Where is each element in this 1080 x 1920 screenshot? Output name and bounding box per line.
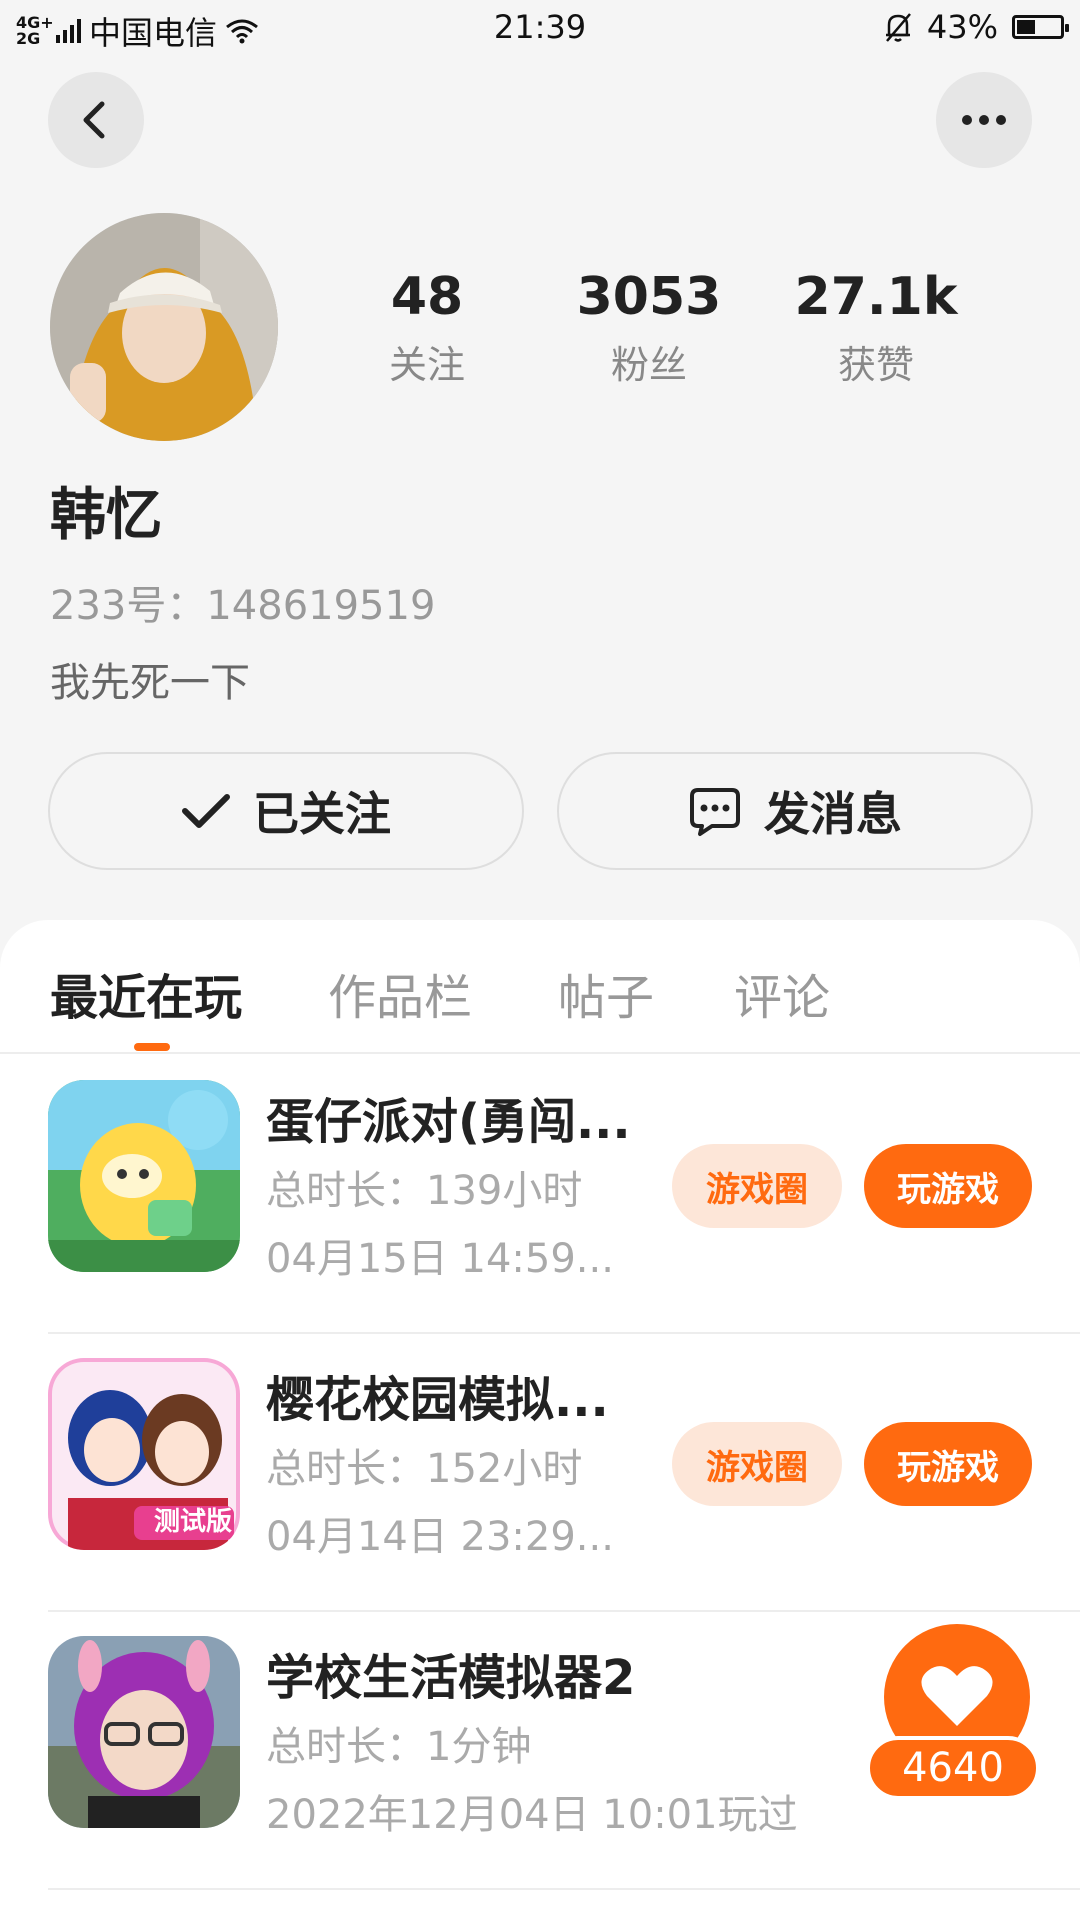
game-duration: 总时长：152小时 bbox=[266, 1446, 583, 1492]
battery-icon bbox=[1012, 15, 1069, 39]
game-title: 蛋仔派对(勇闯... bbox=[266, 1094, 631, 1150]
status-bar: 4G+ 2G 中国电信 21:39 43% bbox=[0, 0, 1080, 56]
stat-followers-value: 3053 bbox=[576, 267, 722, 327]
more-dots-icon bbox=[962, 115, 1006, 125]
game-duration: 总时长：1分钟 bbox=[266, 1724, 532, 1770]
mute-bell-icon bbox=[885, 13, 911, 42]
send-message-button[interactable]: 发消息 bbox=[557, 752, 1033, 870]
tab-comments[interactable]: 评论 bbox=[734, 958, 830, 1028]
game-icon-eggy-party[interactable] bbox=[48, 1080, 240, 1272]
game-circle-button[interactable]: 游戏圈 bbox=[672, 1144, 842, 1228]
heart-icon bbox=[921, 1666, 993, 1726]
followed-button[interactable]: 已关注 bbox=[48, 752, 524, 870]
stat-likes-label: 获赞 bbox=[837, 343, 914, 387]
stat-likes-value: 27.1k bbox=[794, 267, 958, 327]
user-id: 233号：148619519 bbox=[50, 583, 436, 629]
game-icon-sakura-school[interactable]: 测试版 bbox=[48, 1358, 240, 1550]
game-duration: 总时长：139小时 bbox=[266, 1168, 583, 1214]
game-last-played: 2022年12月04日 10:01玩过 bbox=[266, 1792, 798, 1838]
game-icon-badge: 测试版 bbox=[153, 1507, 232, 1537]
game-title: 学校生活模拟器2 bbox=[266, 1650, 636, 1706]
send-message-label: 发消息 bbox=[764, 787, 902, 841]
stat-followers[interactable]: 3053 粉丝 bbox=[549, 262, 749, 389]
game-last-played: 04月15日 14:59... bbox=[266, 1236, 614, 1282]
game-row[interactable]: 蛋仔派对(勇闯... 总时长：139小时 04月15日 14:59... 游戏圈… bbox=[48, 1054, 1080, 1334]
play-game-button[interactable]: 玩游戏 bbox=[864, 1422, 1032, 1506]
game-title: 樱花校园模拟... bbox=[266, 1372, 609, 1428]
stat-followers-label: 粉丝 bbox=[610, 343, 687, 387]
chevron-left-icon bbox=[83, 101, 105, 139]
battery-percent: 43% bbox=[926, 8, 998, 46]
tab-indicator bbox=[134, 1043, 170, 1051]
stat-likes[interactable]: 27.1k 获赞 bbox=[776, 262, 976, 389]
tab-recently-played[interactable]: 最近在玩 bbox=[50, 958, 242, 1028]
game-icon-school-life-sim[interactable] bbox=[48, 1636, 240, 1828]
tab-works[interactable]: 作品栏 bbox=[328, 958, 472, 1028]
game-last-played: 04月14日 23:29... bbox=[266, 1514, 614, 1560]
followed-button-label: 已关注 bbox=[253, 787, 391, 841]
check-icon bbox=[182, 794, 230, 828]
tab-bar: 最近在玩 作品栏 帖子 评论 bbox=[0, 920, 1080, 1054]
chat-bubble-icon bbox=[690, 788, 740, 836]
like-count[interactable]: 4640 bbox=[866, 1736, 1040, 1800]
play-game-button[interactable]: 玩游戏 bbox=[864, 1144, 1032, 1228]
battery-level bbox=[1017, 20, 1035, 34]
stat-following[interactable]: 48 关注 bbox=[327, 262, 527, 389]
stat-following-value: 48 bbox=[390, 267, 464, 327]
avatar[interactable] bbox=[50, 213, 278, 441]
stat-following-label: 关注 bbox=[388, 343, 465, 387]
game-row[interactable]: 测试版 樱花校园模拟... 总时长：152小时 04月14日 23:29... … bbox=[48, 1332, 1080, 1612]
user-bio: 我先死一下 bbox=[50, 660, 250, 706]
back-button[interactable] bbox=[48, 72, 144, 168]
user-name: 韩忆 bbox=[50, 483, 162, 548]
game-circle-button[interactable]: 游戏圈 bbox=[672, 1422, 842, 1506]
more-button[interactable] bbox=[936, 72, 1032, 168]
status-right: 43% bbox=[883, 8, 1069, 46]
tab-posts[interactable]: 帖子 bbox=[558, 958, 654, 1028]
